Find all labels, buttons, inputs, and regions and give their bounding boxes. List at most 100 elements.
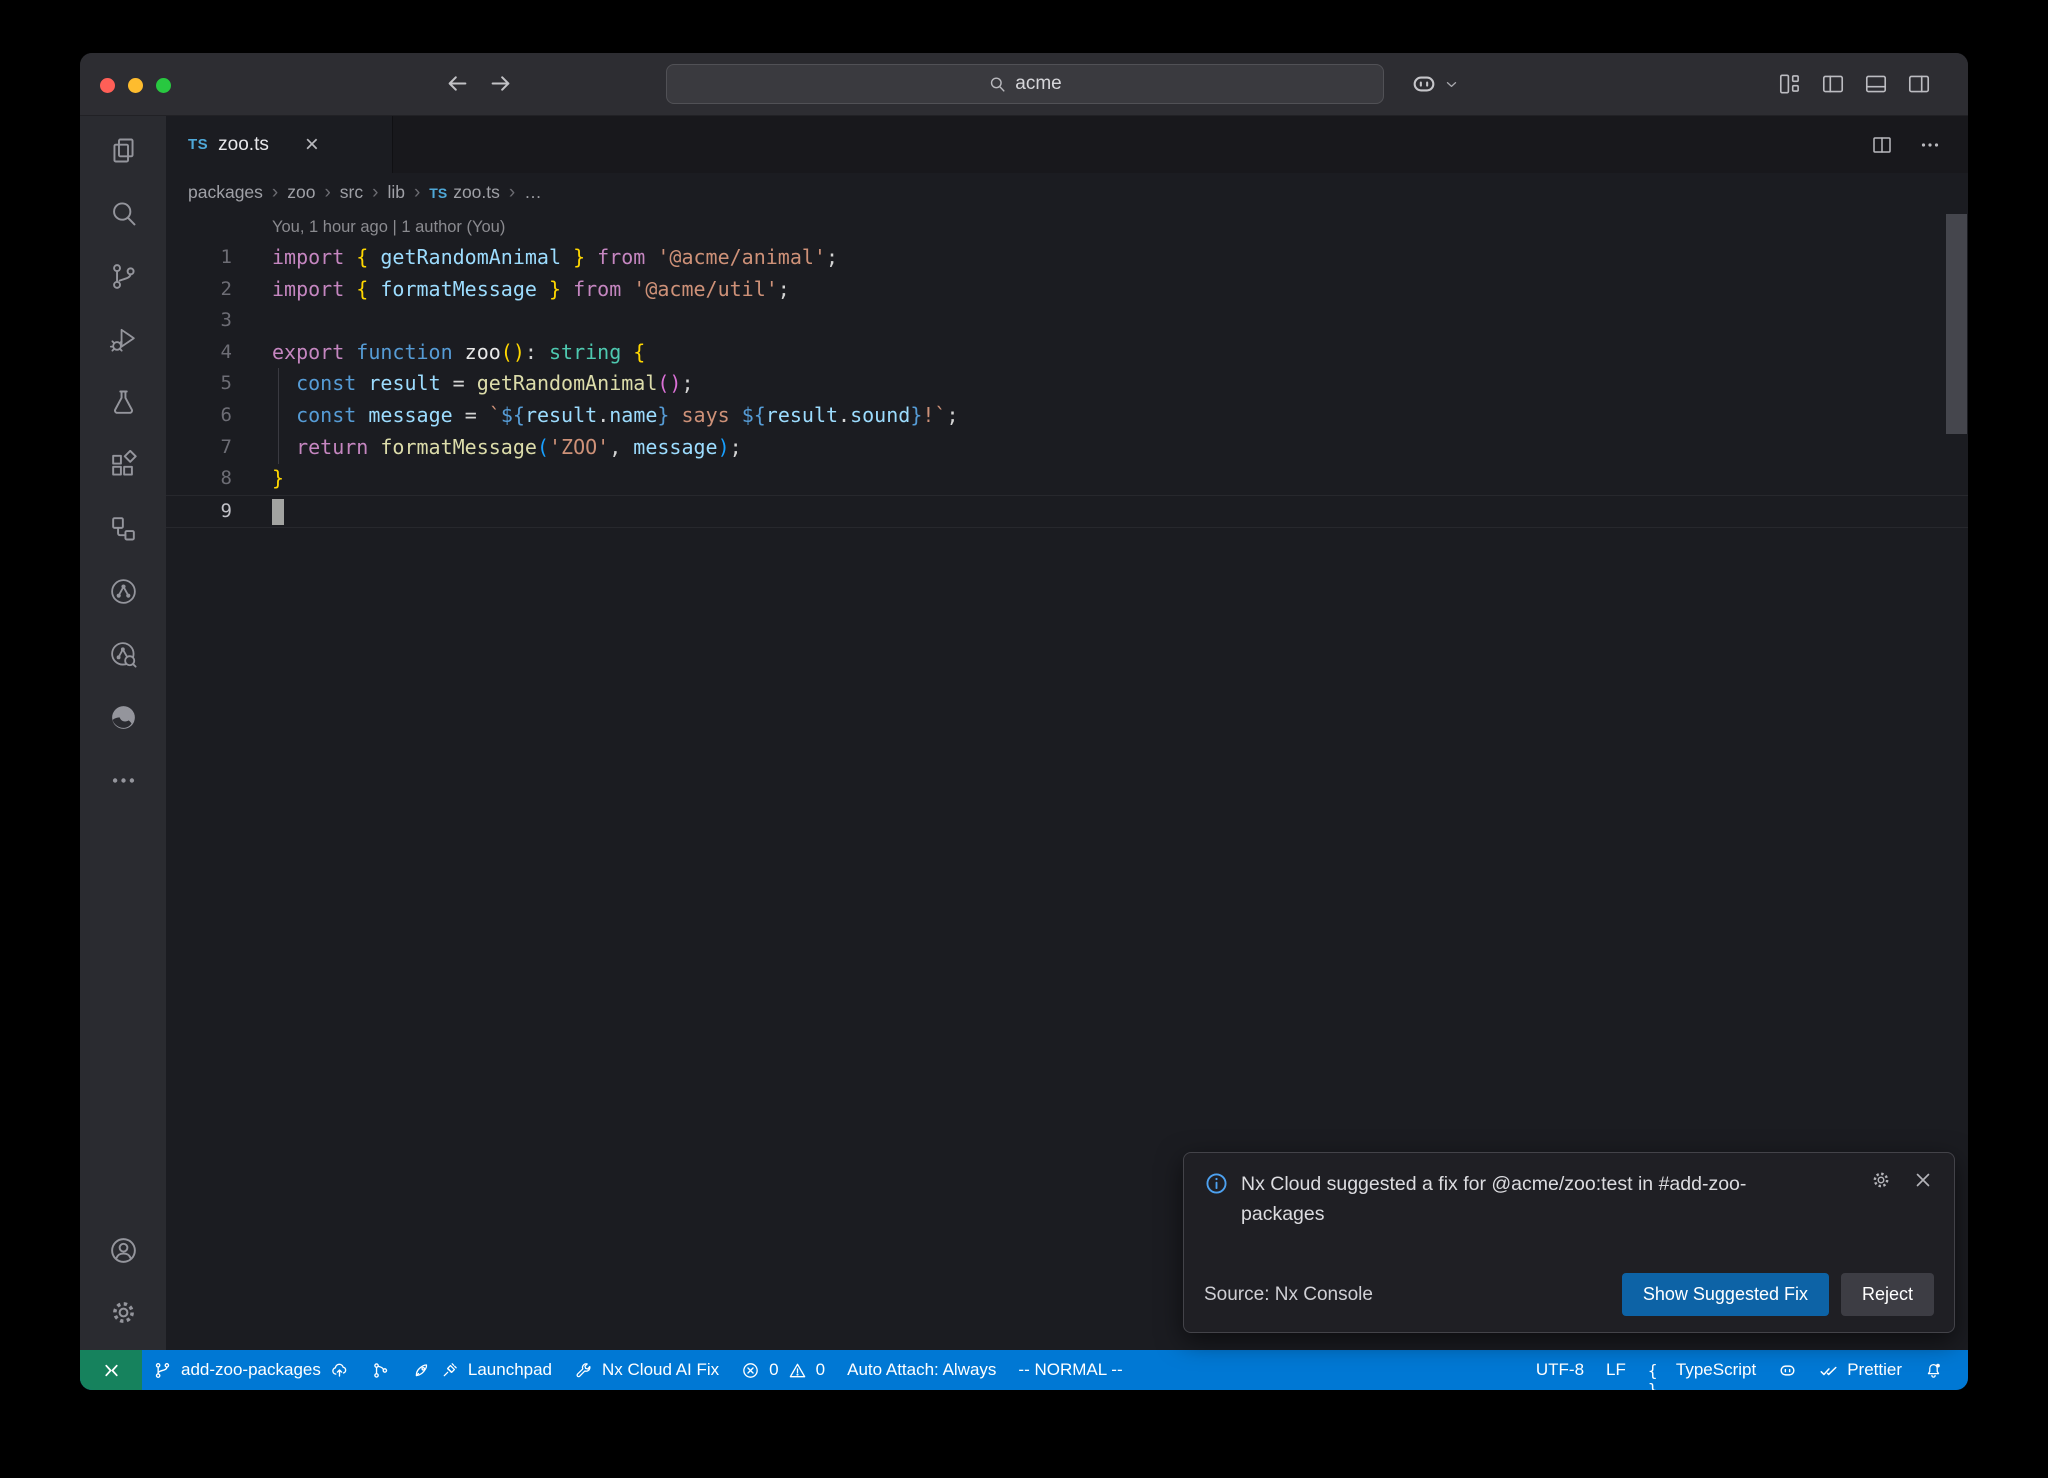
sidebar-item-extensions[interactable] <box>99 441 147 489</box>
arrow-right-icon[interactable] <box>487 70 514 97</box>
activity-bar <box>80 116 166 1350</box>
code-line-5[interactable]: 5 const result = getRandomAnimal(); <box>166 368 1968 400</box>
sidebar-item-explorer[interactable] <box>99 126 147 174</box>
code-line-9[interactable]: 9 <box>166 495 1968 529</box>
split-editor-icon[interactable] <box>1870 133 1894 157</box>
statusbar-remote-indicator[interactable] <box>80 1350 142 1390</box>
statusbar-git-branch[interactable]: add-zoo-packages <box>142 1350 360 1390</box>
extensions-icon <box>108 450 139 481</box>
copilot-icon <box>1410 70 1438 98</box>
notification-close-icon[interactable] <box>1912 1169 1934 1191</box>
line-number: 4 <box>166 337 272 369</box>
indent-guide <box>278 368 279 464</box>
breadcrumb-item[interactable]: lib <box>387 182 405 203</box>
breadcrumb-label: zoo.ts <box>453 182 500 202</box>
git-branch-icon <box>153 1361 172 1380</box>
sidebar-item-run-debug[interactable] <box>99 315 147 363</box>
bell-dot-icon <box>1924 1361 1943 1380</box>
error-icon <box>741 1361 760 1380</box>
notification-source: Source: Nx Console <box>1204 1284 1373 1306</box>
tab-zoo-ts[interactable]: TS zoo.ts × <box>166 116 393 173</box>
statusbar-notifications[interactable] <box>1913 1350 1954 1390</box>
double-check-icon <box>1819 1361 1838 1380</box>
info-icon <box>1204 1171 1229 1196</box>
notification-toast: Nx Cloud suggested a fix for @acme/zoo:t… <box>1183 1152 1955 1333</box>
copilot-menu[interactable] <box>1410 70 1459 98</box>
ts-file-icon: TS <box>188 136 208 153</box>
line-number: 3 <box>166 305 272 337</box>
editor-scrollbar[interactable] <box>1946 214 1967 434</box>
sidebar-item-search[interactable] <box>99 189 147 237</box>
copilot-icon <box>1778 1361 1797 1380</box>
notification-message: Nx Cloud suggested a fix for @acme/zoo:t… <box>1241 1169 1806 1229</box>
code-line-1[interactable]: 1import { getRandomAnimal } from '@acme/… <box>166 242 1968 274</box>
close-window-button[interactable] <box>100 78 115 93</box>
reject-button[interactable]: Reject <box>1841 1273 1934 1316</box>
breadcrumb-item[interactable]: zoo <box>287 182 315 203</box>
breadcrumb-item[interactable]: TS zoo.ts <box>429 182 500 203</box>
code-line-4[interactable]: 4export function zoo(): string { <box>166 337 1968 369</box>
sidebar-item-references[interactable] <box>99 504 147 552</box>
statusbar-commit-graph[interactable] <box>360 1350 401 1390</box>
breadcrumb-item[interactable]: packages <box>188 182 263 203</box>
sidebar-item-settings[interactable] <box>99 1288 147 1336</box>
statusbar-copilot-status[interactable] <box>1767 1350 1808 1390</box>
customize-layout-icon[interactable] <box>1777 71 1803 97</box>
sidebar-item-edge-devtools[interactable] <box>99 693 147 741</box>
sidebar-item-nx-project-graph[interactable] <box>99 630 147 678</box>
statusbar-encoding[interactable]: UTF-8 <box>1525 1350 1595 1390</box>
zoom-window-button[interactable] <box>156 78 171 93</box>
source-control-icon <box>108 261 139 292</box>
statusbar-auto-attach[interactable]: Auto Attach: Always <box>836 1350 1007 1390</box>
search-value: acme <box>1015 73 1061 95</box>
wrench-icon <box>574 1361 593 1380</box>
line-number: 2 <box>166 274 272 306</box>
show-suggested-fix-button[interactable]: Show Suggested Fix <box>1622 1273 1829 1316</box>
notification-settings-gear-icon[interactable] <box>1870 1169 1892 1191</box>
breadcrumb-label: lib <box>387 182 405 202</box>
statusbar-problems[interactable]: 00 <box>730 1350 836 1390</box>
sidebar-item-source-control[interactable] <box>99 252 147 300</box>
chevron-right-icon: › <box>372 182 378 204</box>
code-line-8[interactable]: 8} <box>166 463 1968 495</box>
search-icon <box>108 198 139 229</box>
chevron-right-icon: › <box>414 182 420 204</box>
line-number: 7 <box>166 432 272 464</box>
beaker-icon <box>108 387 139 418</box>
chevron-right-icon: › <box>272 182 278 204</box>
command-center-search[interactable]: acme <box>666 64 1384 104</box>
code-line-6[interactable]: 6 const message = `${result.name} says $… <box>166 400 1968 432</box>
sidebar-item-more-views[interactable] <box>99 756 147 804</box>
editor-cursor <box>272 499 284 525</box>
code-line-7[interactable]: 7 return formatMessage('ZOO', message); <box>166 432 1968 464</box>
statusbar-vim-mode[interactable]: -- NORMAL -- <box>1007 1350 1133 1390</box>
arrow-left-icon[interactable] <box>444 70 471 97</box>
code-text: import { formatMessage } from '@acme/uti… <box>272 274 790 306</box>
status-bar: add-zoo-packages LaunchpadNx Cloud AI Fix… <box>80 1350 1968 1390</box>
statusbar-nx-cloud-ai-fix[interactable]: Nx Cloud AI Fix <box>563 1350 730 1390</box>
breadcrumb-item[interactable]: src <box>340 182 363 203</box>
minimize-window-button[interactable] <box>128 78 143 93</box>
sidebar-item-testing[interactable] <box>99 378 147 426</box>
code-line-2[interactable]: 2import { formatMessage } from '@acme/ut… <box>166 274 1968 306</box>
statusbar-eol[interactable]: LF <box>1595 1350 1637 1390</box>
toggle-panel-left-icon[interactable] <box>1820 71 1846 97</box>
ts-file-icon: TS <box>429 185 447 201</box>
close-tab-icon[interactable]: × <box>305 133 319 157</box>
breadcrumb-label: zoo <box>287 182 315 202</box>
toggle-panel-bottom-icon[interactable] <box>1863 71 1889 97</box>
toggle-panel-right-icon[interactable] <box>1906 71 1932 97</box>
statusbar-language[interactable]: { }TypeScript <box>1637 1350 1767 1390</box>
line-number: 1 <box>166 242 272 274</box>
sidebar-item-nx-console[interactable] <box>99 567 147 615</box>
statusbar-prettier[interactable]: Prettier <box>1808 1350 1913 1390</box>
breadcrumb: packages›zoo›src›lib›TSzoo.ts›… <box>166 173 1968 212</box>
layout-controls <box>1777 71 1932 97</box>
statusbar-launchpad[interactable]: Launchpad <box>401 1350 563 1390</box>
sidebar-item-accounts[interactable] <box>99 1226 147 1274</box>
title-bar: acme <box>80 53 1968 116</box>
code-line-3[interactable]: 3 <box>166 305 1968 337</box>
breadcrumb-item[interactable]: … <box>524 182 542 203</box>
remote-icon <box>101 1360 122 1381</box>
more-actions-icon[interactable] <box>1918 133 1942 157</box>
